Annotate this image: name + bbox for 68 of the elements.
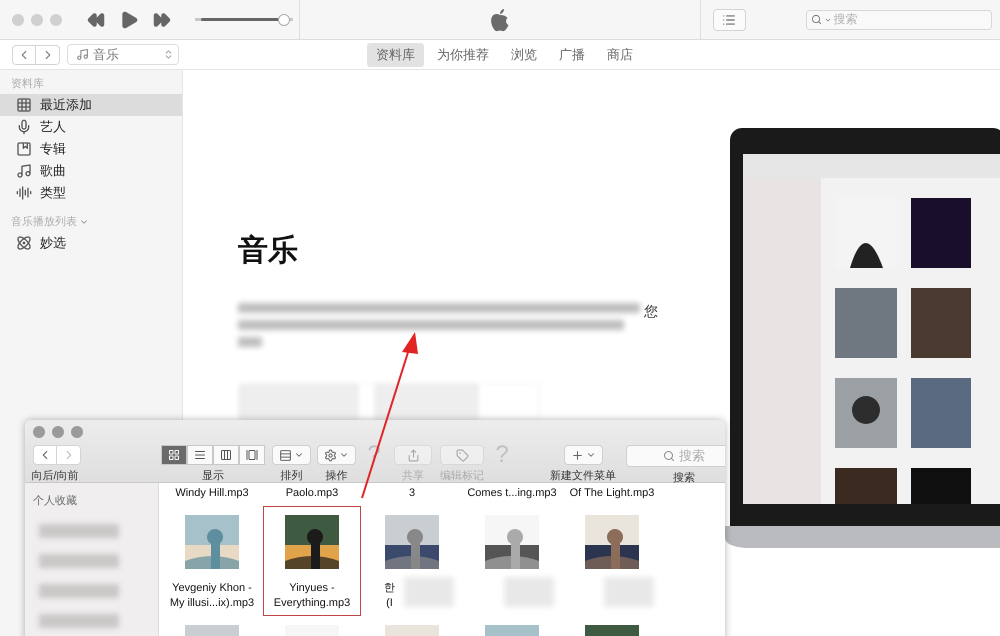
media-select[interactable]: 音乐 [67,44,179,65]
tab[interactable]: 资料库 [367,42,424,66]
file-name: Yevgeniy Khon - My illusi...ix).mp3 [170,581,254,611]
page-title: 音乐 [238,233,299,269]
toolbar-label: 显示 [202,469,224,483]
section-heading: 个人收藏 [32,494,78,508]
view-button[interactable] [239,445,265,465]
file-name: Yinyues - Everything.mp3 [274,581,350,611]
search-icon [663,450,675,462]
album-icon [16,141,32,157]
question-icon: ? [490,445,514,465]
toolbar-label: 新建文件菜单 [550,468,616,483]
file-name: Paolo.mp3 [286,486,338,501]
tab[interactable]: 商店 [598,42,642,66]
share-icon [406,448,420,462]
rewind-icon[interactable] [87,10,105,28]
arrange-icon [279,448,292,462]
genre-icon [16,185,32,201]
file-name: Of The Light.mp3 [570,486,654,501]
toolbar-label: 向后/向前 [31,469,79,483]
file-name: 3 [408,486,416,501]
action-button[interactable] [317,445,356,465]
file-item[interactable]: 한 (I [363,506,461,616]
search-icon [810,14,822,25]
volume-thumb[interactable] [278,14,290,26]
sidebar-item[interactable]: 最近添加 [0,94,182,116]
artist-icon [16,119,32,135]
plus-icon [570,448,584,462]
view-icon [168,449,180,461]
toolbar-label: 排列 [280,469,302,483]
file-name: Windy Hill.mp3 [175,486,249,501]
sidebar-item[interactable]: 艺人 [0,116,182,138]
view-button[interactable] [213,445,239,465]
file-name: 한 (I [383,581,395,611]
section-heading: 音乐播放列表 [11,214,77,229]
tag-icon [456,448,468,462]
view-button[interactable] [161,445,187,465]
sidebar-item[interactable]: 类型 [0,182,182,204]
file-name: Comes t...ing.mp3 [467,486,557,501]
sidebar-item[interactable]: 专辑 [0,138,182,160]
tab[interactable]: 为你推荐 [428,42,498,66]
view-button[interactable] [187,445,213,465]
tab[interactable]: 广播 [550,42,594,66]
apple-icon [490,8,510,32]
toolbar-label: 操作 [326,469,348,483]
sidebar-item[interactable]: 歌曲 [0,160,182,182]
song-icon [16,163,32,179]
view-icon [194,449,206,461]
file-item[interactable]: Yevgeniy Khon - My illusi...ix).mp3 [163,506,261,616]
back-button[interactable] [33,445,57,465]
toolbar-label: 搜索 [673,470,695,485]
file-item[interactable]: Yinyues - Everything.mp3 [263,506,361,616]
recent-icon [16,97,32,113]
tab[interactable]: 浏览 [502,42,546,66]
view-icon [246,449,258,461]
view-icon [220,449,232,461]
updown-icon [163,49,174,60]
arrange-button[interactable] [272,445,311,465]
list-icon [722,12,736,26]
new-button[interactable] [564,445,602,465]
section-heading: 资料库 [11,76,44,91]
gear-icon [324,448,337,462]
music-note-icon [76,48,89,61]
genius-icon [16,235,32,251]
paragraph-text: 您 [644,303,658,321]
list-button[interactable] [713,8,746,30]
sidebar-item[interactable]: 妙选 [0,232,182,254]
fast-forward-icon[interactable] [153,10,171,28]
